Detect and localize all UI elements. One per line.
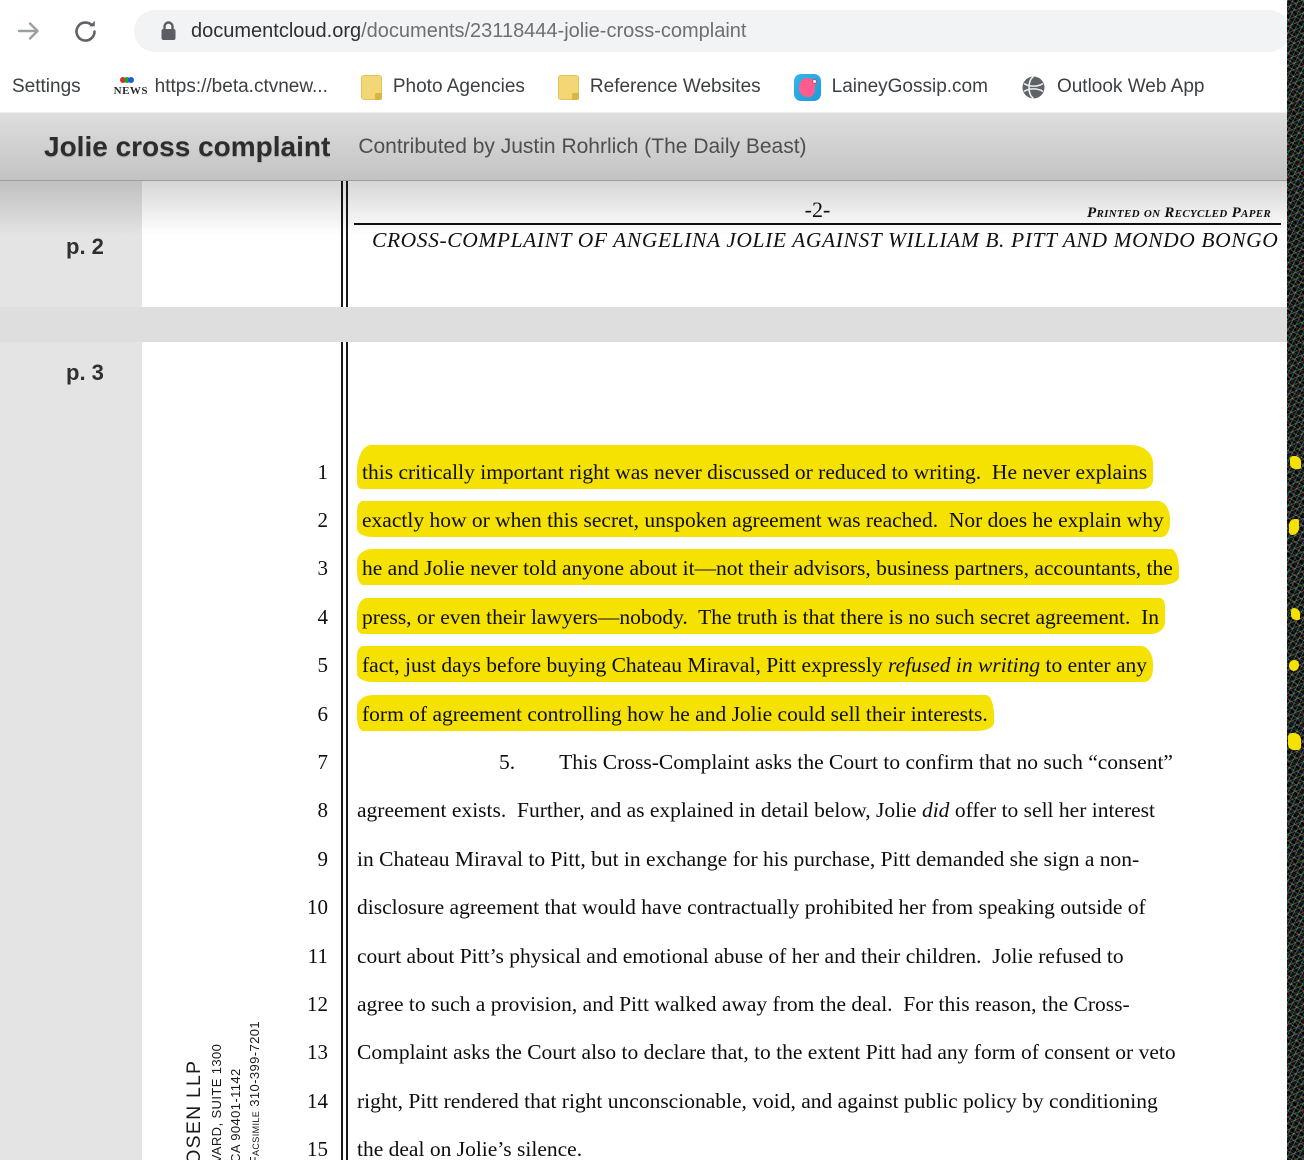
document-viewer: p. 2 p. 3 -2- Printed on Recycled Paper …: [0, 181, 1304, 1160]
line-number: 9: [317, 846, 329, 871]
sidebar-page-3-label[interactable]: p. 3: [66, 360, 104, 386]
line-number: 8: [317, 798, 329, 823]
doc-line-15: 15 the deal on Jolie’s silence.: [142, 1125, 1287, 1160]
line-text: the deal on Jolie’s silence.: [357, 1137, 583, 1160]
note-icon: [360, 74, 382, 100]
bookmark-label: Settings: [12, 76, 81, 97]
recycled-paper-note: Printed on Recycled Paper: [1087, 205, 1271, 221]
line-text: right, Pitt rendered that right unconsci…: [357, 1088, 1158, 1113]
address-bar[interactable]: documentcloud.org/documents/23118444-jol…: [134, 10, 1290, 52]
line-number: 11: [307, 943, 328, 968]
bookmark-label: LaineyGossip.com: [831, 76, 988, 97]
highlighted-text: form of agreement controlling how he and…: [357, 694, 994, 731]
pleading-rule: [341, 181, 348, 307]
line-text: court about Pitt’s physical and emotiona…: [357, 943, 1124, 968]
doc-line-9: 9 in Chateau Miraval to Pitt, but in exc…: [142, 835, 1287, 883]
line-text: agree to such a provision, and Pitt walk…: [357, 991, 1130, 1016]
page-2-footer: -2- Printed on Recycled Paper CROSS-COMP…: [354, 197, 1281, 253]
globe-icon: [1021, 75, 1046, 100]
bookmark-ctv-news[interactable]: NEWS https://beta.ctvnew...: [114, 76, 328, 98]
line-text: disclosure agreement that would have con…: [357, 895, 1146, 920]
paragraph-number: 5.: [499, 750, 516, 775]
browser-toolbar: documentcloud.org/documents/23118444-jol…: [0, 0, 1304, 62]
doc-line-11: 11 court about Pitt’s physical and emoti…: [142, 932, 1287, 980]
line-number: 13: [307, 1040, 328, 1065]
line-number: 1: [317, 459, 329, 484]
doc-line-13: 13 Complaint asks the Court also to decl…: [142, 1029, 1287, 1077]
line-number: 4: [317, 604, 329, 629]
noise-fleck: [1289, 660, 1299, 671]
line-number: 10: [307, 895, 328, 920]
highlighted-text: this critically important right was neve…: [357, 444, 1154, 489]
highlighted-text: fact, just days before buying Chateau Mi…: [357, 646, 1154, 683]
line-number: 2: [317, 508, 329, 533]
ctv-news-icon: NEWS: [114, 77, 148, 97]
line-text: agreement exists. Further, and as explai…: [357, 798, 1156, 823]
italic-text: did: [921, 798, 950, 823]
line-number: 12: [307, 991, 328, 1016]
noise-fleck: [1290, 456, 1301, 469]
bookmark-label: Reference Websites: [589, 76, 761, 97]
italic-text: refused in writing: [888, 653, 1041, 678]
url-text: documentcloud.org/documents/23118444-jol…: [191, 20, 747, 43]
line-text: 5. This Cross-Complaint asks the Court to…: [499, 750, 1173, 775]
document-contributor: Contributed by Justin Rohrlich (The Dail…: [358, 134, 807, 158]
document-title: Jolie cross complaint: [44, 130, 331, 162]
line-number: 5: [317, 653, 329, 678]
bookmark-reference-websites[interactable]: Reference Websites: [557, 74, 761, 100]
bookmark-photo-agencies[interactable]: Photo Agencies: [360, 74, 525, 100]
doc-line-1: 1 this critically important right was ne…: [142, 444, 1287, 496]
bookmark-outlook-web-app[interactable]: Outlook Web App: [1021, 75, 1205, 100]
noise-fleck: [1291, 608, 1300, 620]
noise-fleck: [1289, 519, 1299, 535]
highlighted-text: he and Jolie never told anyone about it—…: [357, 549, 1179, 586]
laineygossip-icon: [793, 73, 821, 101]
case-caption: CROSS-COMPLAINT OF ANGELINA JOLIE AGAINS…: [372, 228, 1279, 252]
noise-fleck: [1288, 733, 1301, 750]
bookmark-label: Outlook Web App: [1056, 76, 1205, 97]
reload-icon[interactable]: [70, 16, 100, 46]
line-number: 6: [317, 701, 329, 726]
url-path: /documents/23118444-jolie-cross-complain…: [361, 19, 747, 42]
url-domain: documentcloud.org: [191, 19, 362, 42]
bookmarks-bar: Settings NEWS https://beta.ctvnew... Pho…: [0, 62, 1304, 112]
line-text: in Chateau Miraval to Pitt, but in excha…: [357, 846, 1140, 871]
note-icon: [557, 74, 579, 100]
line-number: 15: [307, 1137, 328, 1160]
bookmark-label: https://beta.ctvnew...: [154, 76, 328, 97]
lock-icon: [160, 20, 177, 42]
scan-noise-column: [1287, 0, 1304, 1160]
line-number: 7: [317, 750, 329, 775]
line-number: 14: [307, 1088, 328, 1113]
doc-line-6: 6 form of agreement controlling how he a…: [142, 690, 1287, 738]
document-page-2: -2- Printed on Recycled Paper CROSS-COMP…: [142, 181, 1287, 307]
document-page-3: ROSEN LLP LEVARD, SUITE 1300 A, CA 90401…: [142, 342, 1287, 1160]
doc-line-12: 12 agree to such a provision, and Pitt w…: [142, 980, 1287, 1028]
bookmark-laineygossip[interactable]: LaineyGossip.com: [793, 73, 988, 101]
doc-line-8: 8 agreement exists. Further, and as expl…: [142, 787, 1287, 835]
highlighted-text: exactly how or when this secret, unspoke…: [357, 501, 1170, 538]
doc-line-10: 10 disclosure agreement that would have …: [142, 884, 1287, 932]
bookmark-label: Photo Agencies: [392, 76, 525, 97]
bookmark-settings[interactable]: Settings: [12, 76, 81, 98]
doc-line-4: 4 press, or even their lawyers—nobody. T…: [142, 593, 1287, 641]
doc-line-2: 2 exactly how or when this secret, unspo…: [142, 496, 1287, 544]
forward-icon[interactable]: [14, 16, 44, 46]
doc-line-14: 14 right, Pitt rendered that right uncon…: [142, 1077, 1287, 1125]
pleading-lines: 1 this critically important right was ne…: [142, 444, 1287, 1160]
line-number: 3: [317, 556, 329, 581]
doc-line-5: 5 fact, just days before buying Chateau …: [142, 642, 1287, 690]
document-header: Jolie cross complaint Contributed by Jus…: [0, 112, 1304, 181]
doc-line-7: 7 5. This Cross-Complaint asks the Court …: [142, 738, 1287, 786]
sidebar-page-2-label[interactable]: p. 2: [66, 234, 104, 260]
highlighted-text: press, or even their lawyers—nobody. The…: [357, 597, 1166, 634]
doc-line-3: 3 he and Jolie never told anyone about i…: [142, 545, 1287, 593]
line-text: Complaint asks the Court also to declare…: [357, 1040, 1176, 1065]
page-gap: [0, 307, 1304, 342]
